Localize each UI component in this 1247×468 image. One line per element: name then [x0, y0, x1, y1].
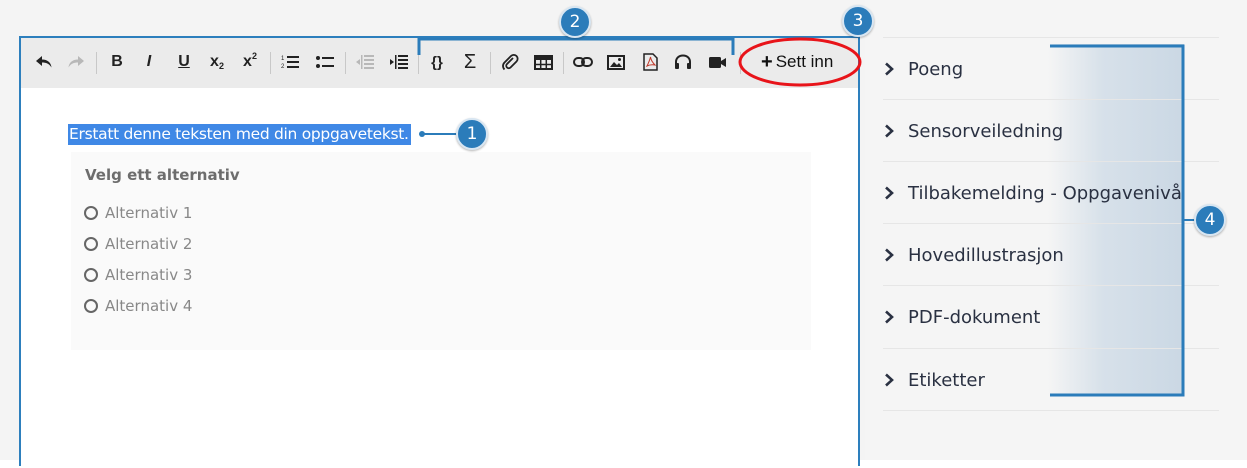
chevron-right-icon [884, 124, 896, 138]
choice-option-label: Alternativ 2 [105, 235, 193, 253]
editor-toolbar: B I U x2 x2 12 {} Σ + Sett inn [21, 38, 858, 88]
task-text[interactable]: Erstatt denne teksten med din oppgavetek… [68, 124, 411, 145]
callout-1-badge: 1 [456, 118, 488, 150]
chevron-right-icon [884, 373, 896, 387]
redo-icon[interactable] [64, 49, 88, 75]
choice-option[interactable]: Alternativ 1 [84, 202, 192, 224]
radio-icon[interactable] [84, 206, 98, 220]
sidebar-item-label: Etiketter [908, 369, 985, 391]
sidebar-divider [883, 410, 1219, 411]
radio-icon[interactable] [84, 237, 98, 251]
radio-icon[interactable] [84, 299, 98, 313]
sidebar-item-label: Tilbakemelding - Oppgavenivå [908, 182, 1182, 204]
plus-icon: + [761, 51, 773, 73]
superscript-icon[interactable]: x2 [238, 49, 262, 75]
radio-icon[interactable] [84, 268, 98, 282]
chevron-right-icon [884, 62, 896, 76]
insert-button[interactable]: + Sett inn [761, 49, 833, 75]
sidebar-item-tilbakemelding[interactable]: Tilbakemelding - Oppgavenivå [883, 161, 1219, 224]
sidebar-item-label: PDF-dokument [908, 306, 1041, 328]
toolbar-separator [96, 52, 97, 74]
choice-option-label: Alternativ 1 [105, 204, 193, 222]
bold-icon[interactable]: B [105, 49, 129, 75]
svg-text:2: 2 [281, 64, 285, 70]
sidebar-item-label: Sensorveiledning [908, 120, 1064, 142]
sidebar-item-label: Poeng [908, 58, 964, 80]
underline-icon[interactable]: U [172, 49, 196, 75]
link-icon[interactable] [571, 49, 595, 75]
toolbar-separator [490, 52, 491, 74]
callout-2-badge: 2 [559, 6, 591, 38]
sidebar-item-poeng[interactable]: Poeng [883, 37, 1219, 100]
choice-option-label: Alternativ 4 [105, 297, 193, 315]
undo-icon[interactable] [32, 49, 56, 75]
code-icon[interactable]: {} [425, 49, 449, 75]
chevron-right-icon [884, 186, 896, 200]
table-icon[interactable] [531, 49, 555, 75]
choice-option[interactable]: Alternativ 4 [84, 295, 192, 317]
sidebar-item-hovedillustrasjon[interactable]: Hovedillustrasjon [883, 223, 1219, 286]
pdf-icon[interactable] [638, 49, 662, 75]
italic-icon[interactable]: I [137, 49, 161, 75]
editor-content[interactable]: Erstatt denne teksten med din oppgavetek… [21, 88, 858, 468]
indent-icon[interactable] [387, 49, 411, 75]
callout-4-badge: 4 [1194, 204, 1226, 236]
choice-option[interactable]: Alternativ 3 [84, 264, 192, 286]
sidebar-item-sensorveiledning[interactable]: Sensorveiledning [883, 99, 1219, 162]
choice-title: Velg ett alternativ [85, 166, 240, 184]
sum-icon[interactable]: Σ [458, 49, 482, 75]
headphones-icon[interactable] [671, 49, 695, 75]
outdent-icon[interactable] [353, 49, 377, 75]
image-icon[interactable] [604, 49, 628, 75]
toolbar-separator [418, 52, 419, 74]
chevron-right-icon [884, 248, 896, 262]
toolbar-separator [270, 52, 271, 74]
sidebar-item-label: Hovedillustrasjon [908, 244, 1064, 266]
svg-text:1: 1 [281, 56, 285, 62]
choice-option-label: Alternativ 3 [105, 266, 193, 284]
toolbar-separator [740, 52, 741, 74]
insert-button-label: Sett inn [775, 52, 834, 71]
bullet-list-icon[interactable] [313, 49, 337, 75]
chevron-right-icon [884, 310, 896, 324]
paperclip-icon[interactable] [498, 49, 522, 75]
choice-option[interactable]: Alternativ 2 [84, 233, 192, 255]
video-camera-icon[interactable] [705, 49, 729, 75]
callout-3-badge: 3 [842, 5, 874, 37]
subscript-icon[interactable]: x2 [205, 49, 229, 75]
toolbar-separator [563, 52, 564, 74]
question-editor: B I U x2 x2 12 {} Σ + Sett inn Erstatt d… [19, 36, 860, 466]
ordered-list-icon[interactable]: 12 [278, 49, 302, 75]
toolbar-separator [345, 52, 346, 74]
sidebar-item-etiketter[interactable]: Etiketter [883, 348, 1219, 411]
sidebar-item-pdf-dokument[interactable]: PDF-dokument [883, 285, 1219, 348]
multiple-choice-box: Velg ett alternativ Alternativ 1 Alterna… [71, 152, 811, 350]
